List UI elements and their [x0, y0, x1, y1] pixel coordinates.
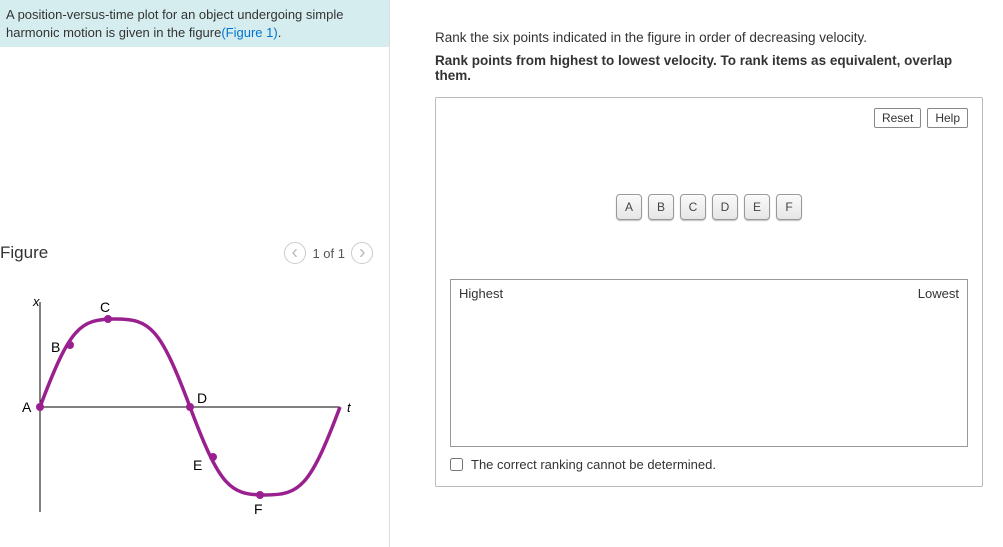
point-label-F: F	[254, 501, 263, 517]
tile-source-area[interactable]: A B C D E F	[450, 134, 968, 279]
rank-label-highest: Highest	[459, 286, 503, 301]
cannot-determine-label: The correct ranking cannot be determined…	[471, 457, 716, 472]
rank-tile-F[interactable]: F	[776, 194, 802, 220]
chevron-left-icon	[291, 249, 299, 257]
pager-next-button[interactable]	[351, 242, 373, 264]
y-axis-label: x	[32, 294, 40, 309]
figure-link[interactable]: (Figure 1)	[221, 25, 277, 40]
point-label-D: D	[197, 390, 207, 406]
point-label-E: E	[193, 457, 202, 473]
pager-prev-button[interactable]	[284, 242, 306, 264]
rank-tile-B[interactable]: B	[648, 194, 674, 220]
problem-statement: A position-versus-time plot for an objec…	[0, 0, 389, 47]
cannot-determine-checkbox[interactable]	[450, 458, 463, 471]
rank-tile-C[interactable]: C	[680, 194, 706, 220]
ranking-widget: Reset Help A B C D E F Highest Lowest Th…	[435, 97, 983, 487]
point-label-B: B	[51, 339, 60, 355]
rank-tile-E[interactable]: E	[744, 194, 770, 220]
figure-section: Figure 1 of 1 x t	[0, 242, 389, 540]
point-label-C: C	[100, 299, 110, 315]
problem-text-after: .	[278, 25, 282, 40]
widget-toolbar: Reset Help	[450, 108, 968, 128]
point-label-A: A	[22, 399, 32, 415]
left-panel: A position-versus-time plot for an objec…	[0, 0, 390, 547]
right-panel: Rank the six points indicated in the fig…	[390, 0, 1003, 547]
figure-plot: x t A B C D E F	[0, 282, 370, 527]
instruction-line-1: Rank the six points indicated in the fig…	[435, 30, 983, 45]
figure-title: Figure	[0, 243, 48, 263]
rank-tile-A[interactable]: A	[616, 194, 642, 220]
cannot-determine-row: The correct ranking cannot be determined…	[450, 457, 968, 472]
reset-button[interactable]: Reset	[874, 108, 921, 128]
help-button[interactable]: Help	[927, 108, 968, 128]
problem-text-before: A position-versus-time plot for an objec…	[6, 7, 343, 40]
figure-pager: 1 of 1	[284, 242, 373, 264]
rank-target-area[interactable]: Highest Lowest	[450, 279, 968, 447]
x-axis-label: t	[347, 400, 352, 415]
chevron-right-icon	[358, 249, 366, 257]
pager-indicator: 1 of 1	[312, 246, 345, 261]
rank-label-lowest: Lowest	[918, 286, 959, 301]
rank-tile-D[interactable]: D	[712, 194, 738, 220]
instruction-line-2: Rank points from highest to lowest veloc…	[435, 53, 983, 83]
figure-header: Figure 1 of 1	[0, 242, 379, 264]
